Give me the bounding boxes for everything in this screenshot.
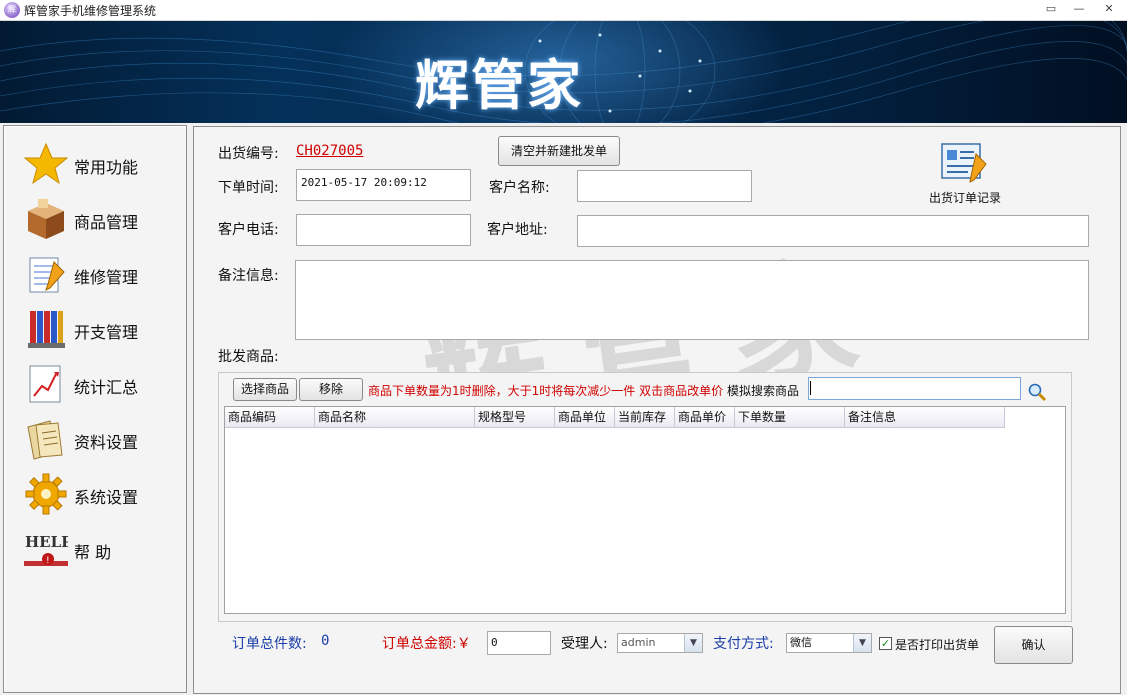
- box-icon: [28, 199, 64, 239]
- customer-address-label: 客户地址:: [487, 222, 548, 238]
- clear-new-order-button[interactable]: 清空并新建批发单: [498, 136, 620, 166]
- payment-value: 微信: [790, 636, 812, 649]
- svg-text:HELP: HELP: [25, 533, 68, 551]
- order-time-label: 下单时间:: [218, 180, 279, 196]
- customer-phone-label: 客户电话:: [218, 222, 279, 238]
- header-banner: 辉管家: [0, 21, 1127, 123]
- order-records-icon[interactable]: [938, 140, 988, 184]
- title-bar: 辉 辉管家手机维修管理系统 ▭ — ✕: [0, 0, 1127, 21]
- search-goods-label: 模拟搜索商品: [727, 384, 800, 398]
- column-header[interactable]: 商品编码: [225, 407, 315, 428]
- payment-select[interactable]: 微信 ▼: [786, 633, 872, 653]
- column-header[interactable]: 备注信息: [845, 407, 1005, 428]
- help-icon: HELP !: [24, 533, 68, 566]
- handler-select[interactable]: admin ▼: [617, 633, 703, 653]
- column-header[interactable]: 商品名称: [315, 407, 475, 428]
- sidebar-item-label: 商品管理: [74, 213, 139, 232]
- customer-address-field[interactable]: [577, 215, 1089, 247]
- sidebar-item-expense[interactable]: 开支管理: [22, 305, 182, 353]
- notepad-icon: [29, 257, 65, 293]
- print-label[interactable]: 是否打印出货单: [895, 636, 979, 653]
- text-cursor: [810, 381, 811, 395]
- order-records-label[interactable]: 出货订单记录: [929, 189, 1001, 206]
- handler-label: 受理人:: [561, 636, 608, 652]
- print-checkbox[interactable]: ✓: [879, 637, 892, 650]
- select-goods-button[interactable]: 选择商品: [233, 378, 297, 401]
- sidebar-item-repair[interactable]: 维修管理: [22, 250, 182, 298]
- remove-goods-button[interactable]: 移除: [299, 378, 363, 401]
- sidebar-item-common[interactable]: 常用功能: [22, 140, 182, 188]
- sidebar-item-system-settings[interactable]: 系统设置: [22, 470, 182, 518]
- handler-value: admin: [621, 636, 656, 649]
- sidebar-item-label: 系统设置: [74, 488, 139, 507]
- folder-icon: [27, 420, 63, 460]
- column-header[interactable]: 当前库存: [615, 407, 675, 428]
- customer-name-label: 客户名称:: [489, 180, 550, 196]
- remark-field[interactable]: [295, 260, 1089, 340]
- sidebar-item-data-settings[interactable]: 资料设置: [22, 415, 182, 463]
- order-no-label: 出货编号:: [218, 146, 279, 162]
- sidebar-item-statistics[interactable]: 统计汇总: [22, 360, 182, 408]
- column-header[interactable]: 商品单位: [555, 407, 615, 428]
- app-icon: 辉: [4, 2, 20, 18]
- total-amount-label: 订单总金额:￥: [382, 636, 471, 652]
- sidebar-item-label: 资料设置: [74, 433, 139, 452]
- sidebar-item-label: 统计汇总: [74, 378, 139, 397]
- order-no-value[interactable]: CH027005: [296, 143, 363, 159]
- column-header[interactable]: 商品单价: [675, 407, 735, 428]
- goods-section-label: 批发商品:: [218, 349, 279, 365]
- order-time-field[interactable]: 2021-05-17 20:09:12: [296, 169, 471, 201]
- total-count-label: 订单总件数:: [232, 636, 307, 652]
- restore-button[interactable]: ▭: [1040, 1, 1062, 17]
- minimize-button[interactable]: —: [1068, 1, 1090, 17]
- sidebar-item-help[interactable]: HELP ! 帮 助: [22, 525, 182, 573]
- confirm-button[interactable]: 确认: [994, 626, 1073, 664]
- sidebar: 常用功能 商品管理 维修管理 开支管理 统计汇总 资料设置 系统设置 HELP …: [3, 125, 187, 693]
- payment-label: 支付方式:: [713, 636, 774, 652]
- total-count-value: 0: [321, 633, 330, 649]
- goods-hint: 商品下单数量为1时删除，大于1时将每次减少一件 双击商品改单价: [368, 384, 724, 398]
- star-icon: [24, 142, 68, 185]
- window-title: 辉管家手机维修管理系统: [24, 4, 157, 18]
- remark-label: 备注信息:: [218, 268, 279, 284]
- search-icon[interactable]: [1027, 382, 1047, 402]
- search-goods-input[interactable]: [808, 377, 1021, 400]
- chevron-down-icon[interactable]: ▼: [853, 634, 871, 652]
- customer-phone-field[interactable]: [296, 214, 471, 246]
- banner-title: 辉管家: [415, 53, 583, 117]
- column-header[interactable]: 规格型号: [475, 407, 555, 428]
- customer-name-field[interactable]: [577, 170, 752, 202]
- column-header[interactable]: 下单数量: [735, 407, 845, 428]
- sidebar-item-label: 常用功能: [74, 158, 139, 177]
- sidebar-item-label: 维修管理: [74, 268, 139, 287]
- close-button[interactable]: ✕: [1098, 1, 1120, 17]
- goods-table[interactable]: 商品编码 商品名称 规格型号 商品单位 当前库存 商品单价 下单数量 备注信息: [224, 406, 1066, 614]
- total-amount-field[interactable]: 0: [487, 631, 551, 655]
- sidebar-item-label: 帮 助: [74, 543, 112, 562]
- svg-text:!: !: [46, 556, 50, 566]
- books-icon: [28, 311, 65, 348]
- chevron-down-icon[interactable]: ▼: [684, 634, 702, 652]
- sidebar-item-label: 开支管理: [74, 323, 139, 342]
- sidebar-item-goods[interactable]: 商品管理: [22, 195, 182, 243]
- gear-icon: [25, 473, 67, 515]
- chart-icon: [29, 365, 61, 403]
